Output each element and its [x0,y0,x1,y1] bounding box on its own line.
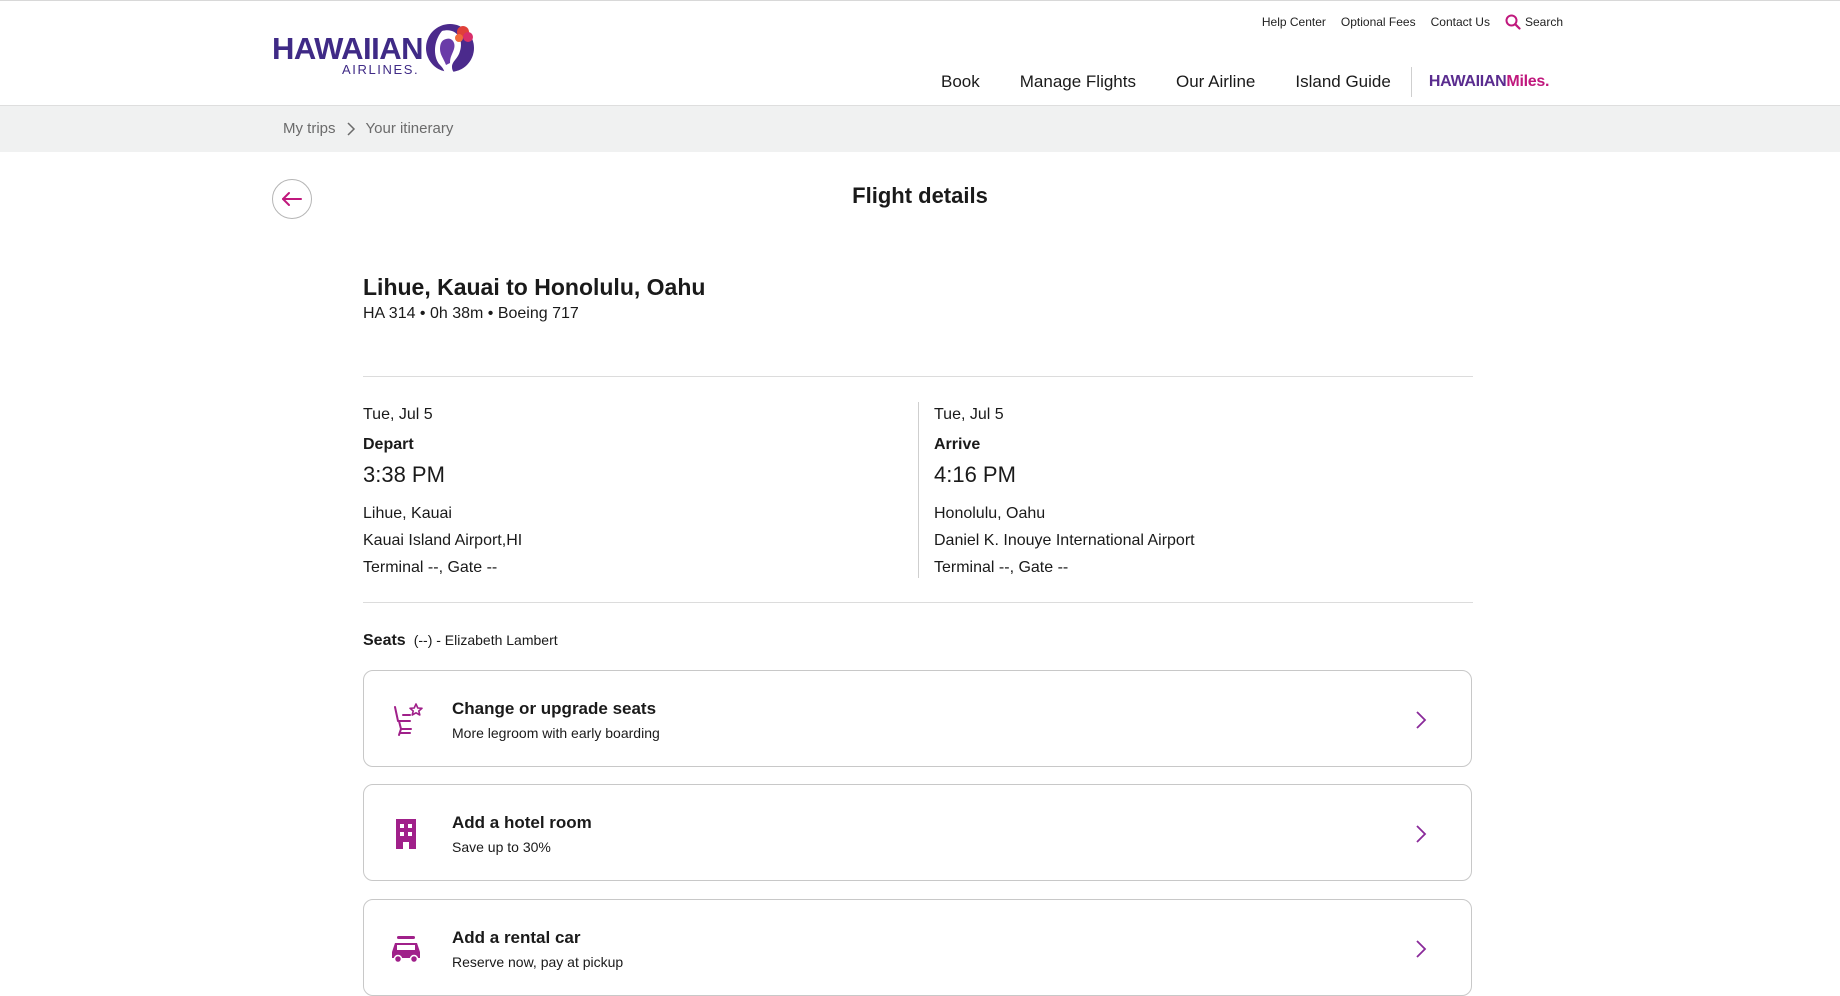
hotel-icon [396,819,416,849]
miles-part2: Miles. [1506,73,1550,90]
chevron-right-icon [1416,711,1427,729]
arrive-terminal-gate: Terminal --, Gate -- [934,559,1069,576]
site-header: HAWAIIAN AIRLINES. Help Center Optional … [0,1,1840,106]
arrive-time: 4:16 PM [934,462,1016,487]
depart-city: Lihue, Kauai [363,505,452,522]
depart-time: 3:38 PM [363,462,445,487]
main-nav: Book Manage Flights Our Airline Island G… [941,67,1549,97]
card-title: Add a hotel room [452,813,592,832]
card-subtitle: Reserve now, pay at pickup [452,954,624,970]
breadcrumb-my-trips[interactable]: My trips [283,120,336,137]
flight-route: Lihue, Kauai to Honolulu, Oahu [363,274,706,300]
flight-meta: HA 314 • 0h 38m • Boeing 717 [363,305,579,322]
arrive-airport: Daniel K. Inouye International Airport [934,532,1195,549]
depart-section: Tue, Jul 5 Depart 3:38 PM Lihue, Kauai K… [363,405,883,581]
car-icon [392,936,420,964]
breadcrumb-your-itinerary: Your itinerary [365,120,454,137]
breadcrumb-bar: My trips Your itinerary [0,106,1840,152]
search-button[interactable]: Search [1505,13,1563,31]
arrive-date: Tue, Jul 5 [934,406,1004,423]
pualani-logo-icon [426,24,474,79]
card-title: Change or upgrade seats [452,699,657,718]
breadcrumb: My trips Your itinerary [283,120,453,137]
utility-nav: Help Center Optional Fees Contact Us Sea… [1262,13,1563,31]
arrive-city: Honolulu, Oahu [934,505,1046,522]
depart-date: Tue, Jul 5 [363,406,433,423]
search-icon [1505,14,1521,30]
arrive-section: Tue, Jul 5 Arrive 4:16 PM Honolulu, Oahu… [934,405,1454,581]
change-upgrade-seats-card[interactable]: Change or upgrade seats More legroom wit… [363,670,1472,767]
seat-star-icon [394,703,423,736]
depart-terminal-gate: Terminal --, Gate -- [363,559,498,576]
hawaiianmiles-link[interactable]: HAWAIIANMiles. [1428,70,1550,94]
logo-wordmark: HAWAIIAN [272,31,424,66]
card-subtitle: Save up to 30% [452,839,551,855]
nav-our-airline[interactable]: Our Airline [1176,70,1255,94]
nav-divider [1410,67,1412,97]
help-center-link[interactable]: Help Center [1262,13,1326,31]
page-title: Flight details [852,183,988,208]
optional-fees-link[interactable]: Optional Fees [1341,13,1416,31]
logo-subtitle: AIRLINES. [342,62,420,77]
hawaiian-airlines-logo[interactable]: HAWAIIAN AIRLINES. [272,21,474,81]
contact-us-link[interactable]: Contact Us [1431,13,1490,31]
divider [363,602,1473,603]
chevron-right-icon [1416,940,1427,958]
depart-label: Depart [363,436,414,453]
card-title: Add a rental car [452,928,581,947]
nav-manage-flights[interactable]: Manage Flights [1020,70,1136,94]
nav-island-guide[interactable]: Island Guide [1295,70,1390,94]
add-hotel-room-card[interactable]: Add a hotel room Save up to 30% [363,784,1472,881]
vertical-divider [918,402,919,578]
add-rental-car-card[interactable]: Add a rental car Reserve now, pay at pic… [363,899,1472,996]
chevron-right-icon [346,121,355,136]
chevron-right-icon [1416,825,1427,843]
seats-label: Seats [363,632,406,649]
search-label: Search [1524,15,1563,29]
miles-part1: HAWAIIAN [1428,73,1507,90]
depart-airport: Kauai Island Airport,HI [363,532,523,549]
seats-row: Seats (--) - Elizabeth Lambert [363,632,558,650]
divider [363,376,1473,377]
card-subtitle: More legroom with early boarding [452,725,660,741]
nav-book[interactable]: Book [941,70,980,94]
arrive-label: Arrive [934,436,981,453]
seats-value: (--) - Elizabeth Lambert [413,632,558,648]
